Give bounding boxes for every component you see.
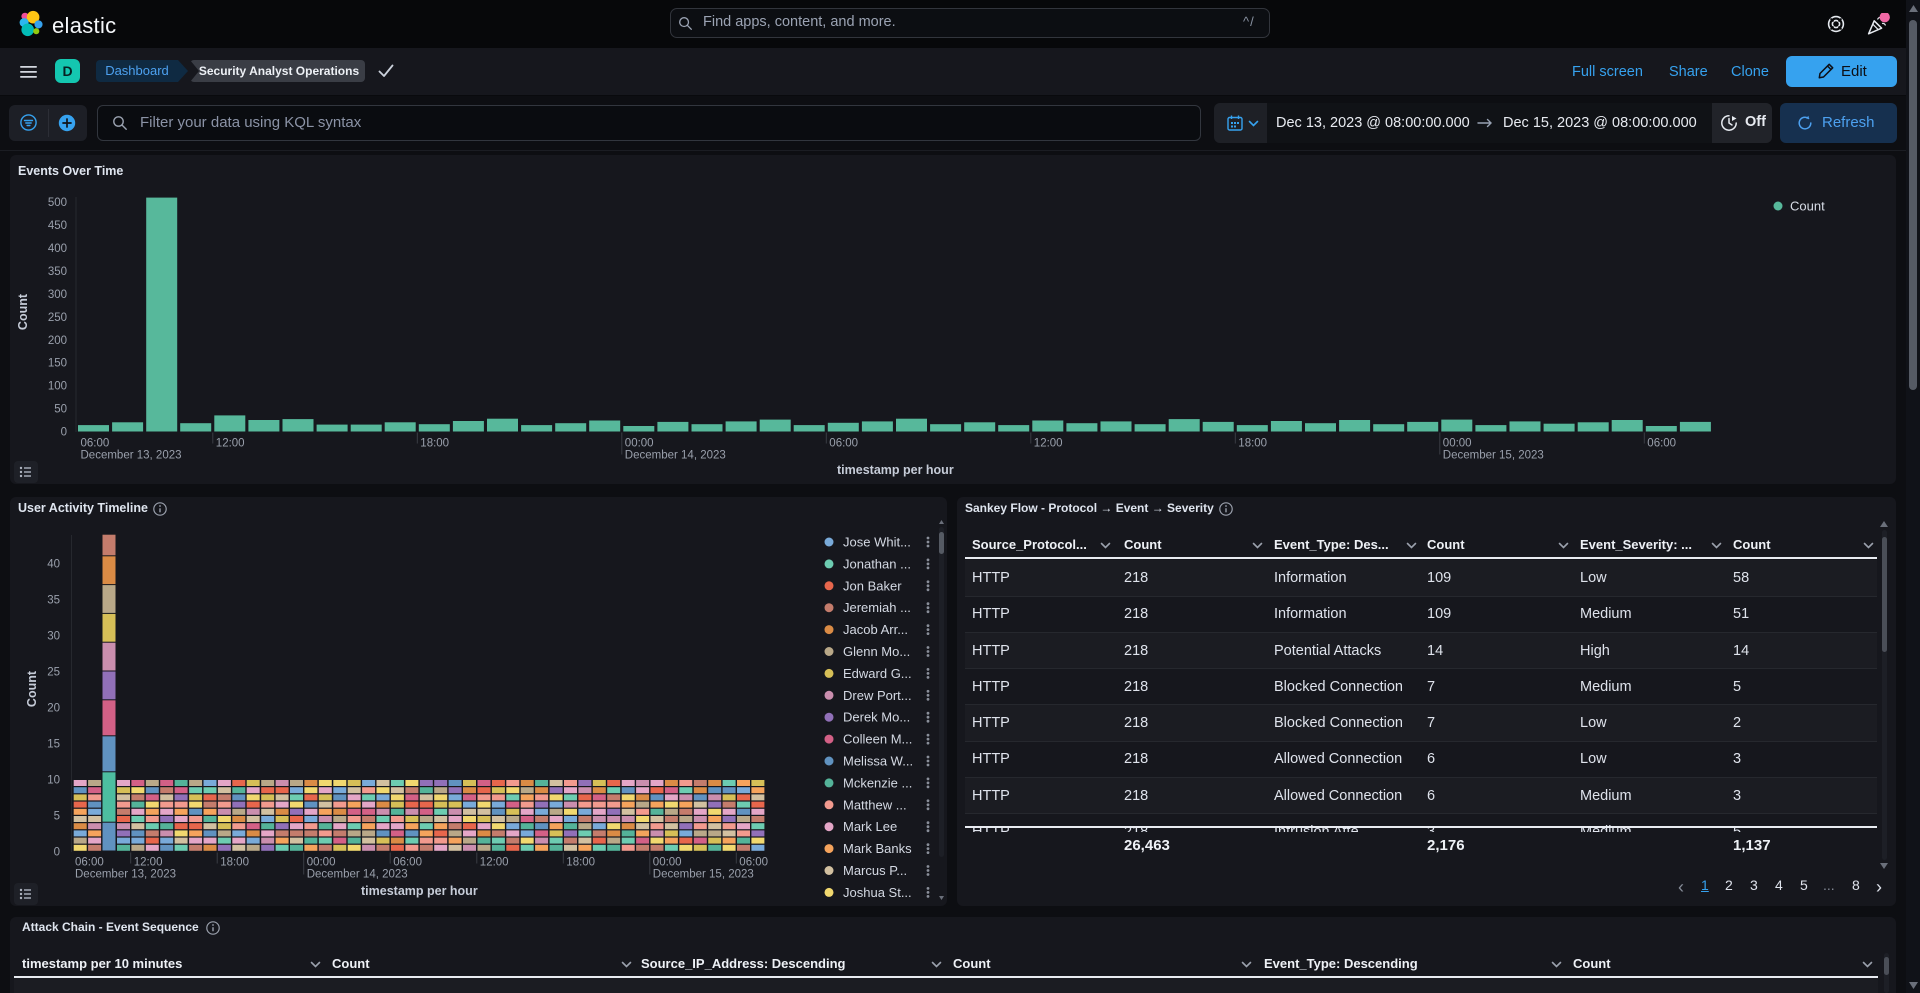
- svg-text:40: 40: [47, 559, 60, 571]
- svg-text:00:00: 00:00: [653, 857, 682, 869]
- svg-text:Jon Baker: Jon Baker: [843, 578, 902, 593]
- svg-text:30: 30: [47, 631, 60, 643]
- svg-text:0: 0: [54, 847, 60, 859]
- svg-text:06:00: 06:00: [393, 857, 422, 869]
- svg-text:18:00: 18:00: [420, 438, 449, 450]
- svg-text:Jeremiah ...: Jeremiah ...: [843, 600, 911, 615]
- svg-text:Melissa W...: Melissa W...: [843, 754, 913, 769]
- svg-text:35: 35: [47, 595, 60, 607]
- svg-text:Colleen M...: Colleen M...: [843, 732, 912, 747]
- svg-text:25: 25: [47, 667, 60, 679]
- svg-text:00:00: 00:00: [625, 438, 654, 450]
- svg-text:06:00: 06:00: [81, 438, 110, 450]
- svg-text:00:00: 00:00: [307, 857, 336, 869]
- svg-text:December 13, 2023: December 13, 2023: [81, 450, 182, 462]
- svg-text:12:00: 12:00: [1034, 438, 1063, 450]
- svg-text:250: 250: [48, 312, 67, 324]
- svg-text:December 14, 2023: December 14, 2023: [307, 869, 408, 881]
- svg-text:50: 50: [54, 404, 67, 416]
- svg-text:100: 100: [48, 381, 67, 393]
- svg-text:00:00: 00:00: [1443, 438, 1472, 450]
- svg-text:06:00: 06:00: [1647, 438, 1676, 450]
- svg-text:Joshua St...: Joshua St...: [843, 885, 912, 900]
- svg-text:06:00: 06:00: [739, 857, 768, 869]
- svg-text:Jose Whit...: Jose Whit...: [843, 535, 911, 550]
- svg-text:12:00: 12:00: [480, 857, 509, 869]
- svg-text:December 15, 2023: December 15, 2023: [653, 869, 754, 881]
- svg-text:Drew Port...: Drew Port...: [843, 688, 912, 703]
- svg-text:December 14, 2023: December 14, 2023: [625, 450, 726, 462]
- svg-text:06:00: 06:00: [829, 438, 858, 450]
- svg-text:300: 300: [48, 289, 67, 301]
- svg-text:December 13, 2023: December 13, 2023: [75, 869, 176, 881]
- svg-text:06:00: 06:00: [75, 857, 104, 869]
- svg-text:12:00: 12:00: [134, 857, 163, 869]
- svg-text:December 15, 2023: December 15, 2023: [1443, 450, 1544, 462]
- svg-text:20: 20: [47, 703, 60, 715]
- svg-text:400: 400: [48, 243, 67, 255]
- svg-text:Mckenzie ...: Mckenzie ...: [843, 775, 912, 790]
- svg-text:Glenn Mo...: Glenn Mo...: [843, 644, 910, 659]
- svg-text:15: 15: [47, 739, 60, 751]
- svg-text:Edward G...: Edward G...: [843, 666, 912, 681]
- svg-text:Mark Lee: Mark Lee: [843, 819, 897, 834]
- svg-text:18:00: 18:00: [220, 857, 249, 869]
- svg-text:200: 200: [48, 335, 67, 347]
- svg-text:Mark Banks: Mark Banks: [843, 841, 912, 856]
- svg-text:Matthew ...: Matthew ...: [843, 797, 907, 812]
- svg-text:10: 10: [47, 775, 60, 787]
- svg-text:Jonathan ...: Jonathan ...: [843, 556, 911, 571]
- svg-text:5: 5: [54, 811, 60, 823]
- svg-text:150: 150: [48, 358, 67, 370]
- svg-text:18:00: 18:00: [1238, 438, 1267, 450]
- svg-text:500: 500: [48, 197, 67, 209]
- svg-text:350: 350: [48, 266, 67, 278]
- svg-text:450: 450: [48, 220, 67, 232]
- svg-text:0: 0: [61, 427, 67, 439]
- svg-text:Marcus P...: Marcus P...: [843, 863, 907, 878]
- svg-text:Derek Mo...: Derek Mo...: [843, 710, 910, 725]
- svg-text:Count: Count: [1790, 199, 1825, 214]
- svg-text:Jacob Arr...: Jacob Arr...: [843, 622, 908, 637]
- svg-text:12:00: 12:00: [216, 438, 245, 450]
- svg-text:18:00: 18:00: [566, 857, 595, 869]
